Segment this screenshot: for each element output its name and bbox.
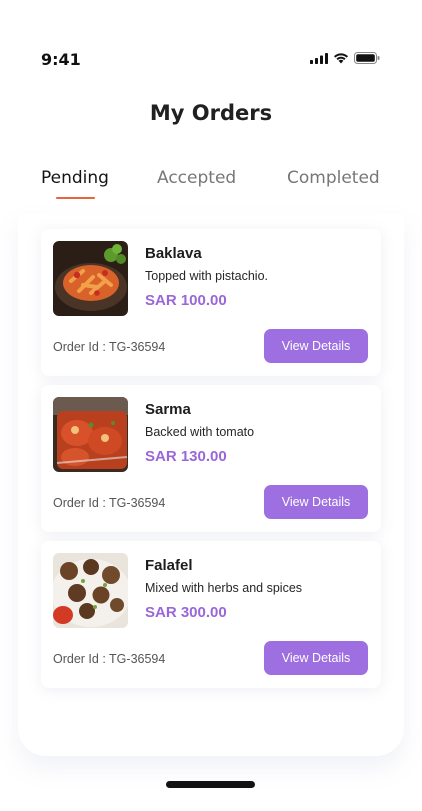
battery-icon	[354, 52, 380, 64]
order-card: Falafel Mixed with herbs and spices SAR …	[41, 541, 381, 688]
signal-icon	[310, 52, 328, 64]
item-name: Baklava	[145, 245, 202, 262]
tab-completed[interactable]: Completed	[287, 168, 380, 188]
active-tab-indicator	[56, 197, 95, 199]
item-price: SAR 130.00	[145, 448, 227, 465]
stuffed-peppers-dish-image	[53, 397, 128, 472]
pasta-dish-image	[53, 241, 128, 316]
order-id: Order Id : TG-36594	[53, 340, 166, 354]
item-description: Backed with tomato	[145, 425, 255, 439]
item-name: Falafel	[145, 557, 193, 574]
home-indicator[interactable]	[166, 781, 255, 788]
item-name: Sarma	[145, 401, 191, 418]
status-bar: 9:41	[0, 0, 422, 80]
order-card: Sarma Backed with tomato SAR 130.00 Orde…	[41, 385, 381, 532]
item-price: SAR 100.00	[145, 292, 227, 309]
order-id: Order Id : TG-36594	[53, 652, 166, 666]
tab-accepted[interactable]: Accepted	[157, 168, 236, 188]
item-description: Mixed with herbs and spices	[145, 581, 303, 595]
wifi-icon	[334, 53, 348, 64]
status-time: 9:41	[41, 50, 81, 69]
order-card: Baklava Topped with pistachio. SAR 100.0…	[41, 229, 381, 376]
meatballs-dish-image	[53, 553, 128, 628]
tab-pending[interactable]: Pending	[41, 168, 109, 188]
order-status-tabs: Pending Accepted Completed	[0, 168, 422, 208]
order-id: Order Id : TG-36594	[53, 496, 166, 510]
view-details-button[interactable]: View Details	[264, 329, 368, 363]
item-price: SAR 300.00	[145, 604, 227, 621]
page-title: My Orders	[149, 101, 273, 125]
status-icons	[310, 52, 380, 64]
item-description: Topped with pistachio.	[145, 269, 268, 283]
view-details-button[interactable]: View Details	[264, 485, 368, 519]
view-details-button[interactable]: View Details	[264, 641, 368, 675]
